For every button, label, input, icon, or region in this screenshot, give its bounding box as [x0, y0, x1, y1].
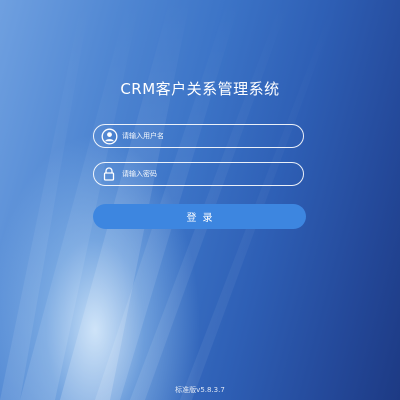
user-icon	[100, 127, 118, 145]
username-input[interactable]	[122, 132, 292, 140]
login-screen: CRM客户关系管理系统 登录 标准版v5.8.3.7	[0, 0, 400, 400]
username-field[interactable]	[93, 124, 304, 148]
login-button[interactable]: 登录	[93, 204, 306, 229]
lock-icon	[100, 165, 118, 183]
page-title: CRM客户关系管理系统	[120, 80, 280, 98]
password-field[interactable]	[93, 162, 304, 186]
password-input[interactable]	[122, 170, 292, 178]
background-light-streaks	[0, 0, 340, 400]
version-label: 标准版v5.8.3.7	[175, 386, 225, 394]
